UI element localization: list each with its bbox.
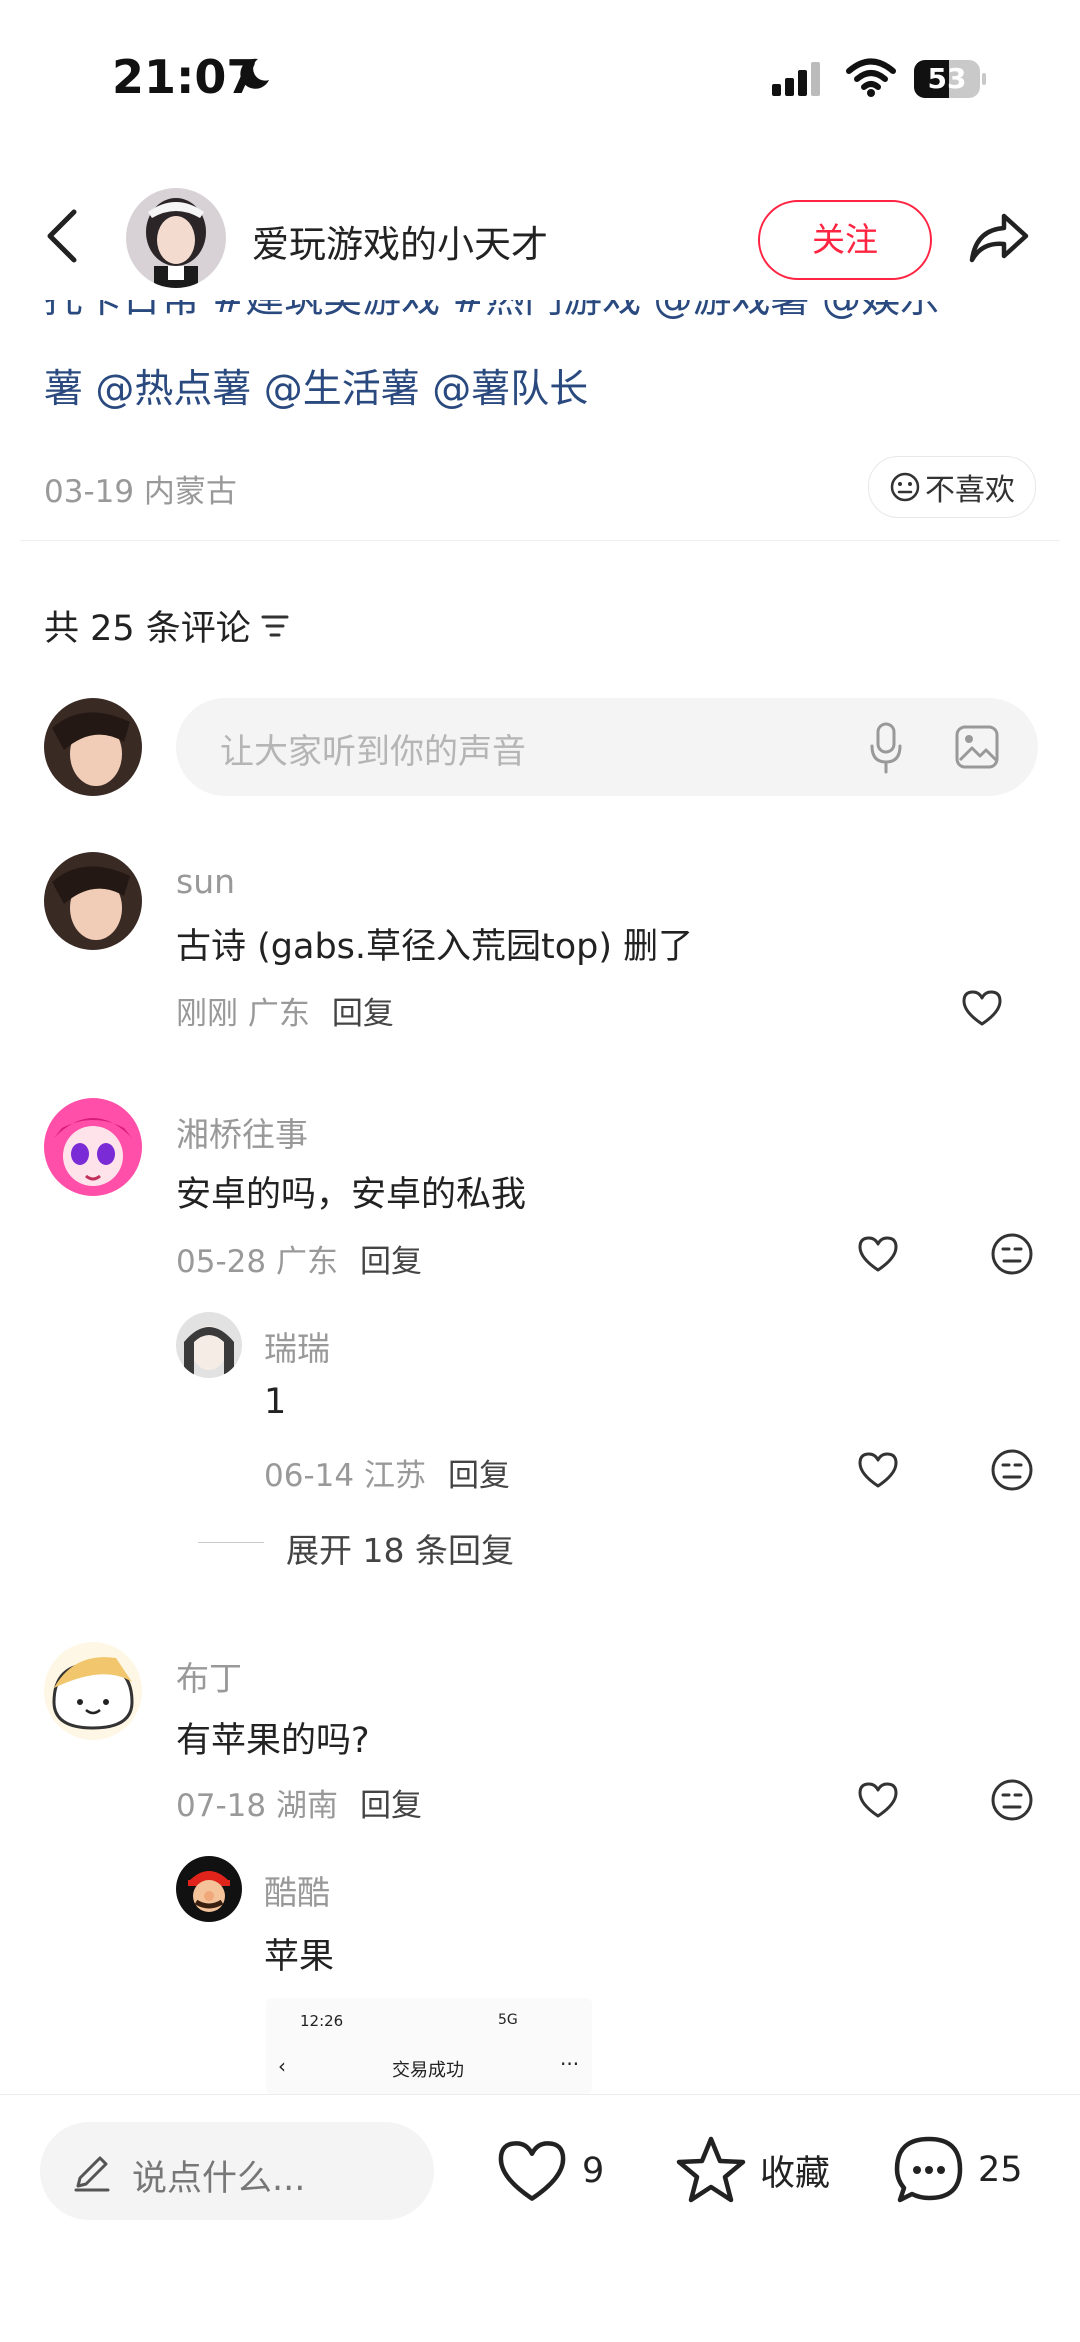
collect-button[interactable]: 收藏	[674, 2134, 830, 2206]
screenshot-back: ‹	[278, 2054, 286, 2078]
like-count: 9	[582, 2151, 605, 2191]
microphone-icon[interactable]	[868, 722, 904, 774]
share-icon[interactable]	[966, 208, 1032, 268]
post-tags-clipped: 托卡日常 #建筑类游戏 #热门游戏 @游戏薯 @娱乐	[44, 300, 1054, 330]
heart-icon[interactable]	[960, 988, 1004, 1028]
comment-text[interactable]: 有苹果的吗?	[176, 1712, 370, 1763]
reply-image[interactable]: 12:26 5G ‹ 交易成功 ···	[266, 1998, 592, 2094]
heart-icon[interactable]	[856, 1450, 900, 1490]
comment-input[interactable]: 让大家听到你的声音	[176, 698, 1038, 796]
comment-text[interactable]: 安卓的吗，安卓的私我	[176, 1166, 526, 1217]
comment-input-placeholder: 让大家听到你的声音	[220, 732, 526, 772]
meh-face-icon[interactable]	[990, 1778, 1034, 1822]
sort-icon	[261, 615, 289, 636]
author-name[interactable]: 爱玩游戏的小天才	[252, 214, 548, 268]
moon-icon	[240, 58, 269, 89]
wifi-icon	[846, 58, 896, 97]
commenter-name[interactable]: 湘桥往事	[176, 1108, 308, 1156]
reply-avatar[interactable]	[176, 1856, 242, 1922]
comment-count: 共 25 条评论	[44, 609, 251, 649]
meh-face-icon[interactable]	[990, 1232, 1034, 1276]
reply-button[interactable]: 回复	[360, 1236, 422, 1281]
comment-date: 05-28	[176, 1244, 267, 1280]
post-date-location: 03-19 内蒙古	[44, 474, 237, 510]
reply-user-name[interactable]: 酷酷	[264, 1866, 330, 1914]
expand-replies-button[interactable]: 展开 18 条回复	[286, 1524, 514, 1572]
meh-face-icon[interactable]	[990, 1448, 1034, 1492]
follow-button[interactable]: 关注	[758, 200, 932, 280]
author-avatar[interactable]	[126, 188, 226, 288]
collect-label: 收藏	[760, 2153, 831, 2194]
heart-icon	[498, 2141, 566, 2201]
commenter-name[interactable]: sun	[176, 862, 235, 901]
like-button[interactable]: 9	[494, 2136, 604, 2206]
my-avatar	[44, 698, 142, 796]
comment-date: 刚刚	[176, 996, 238, 1032]
comment-meta: 刚刚 广东 回复	[176, 988, 394, 1033]
reply-text[interactable]: 1	[264, 1382, 286, 1422]
post-body: 托卡日常 #建筑类游戏 #热门游戏 @游戏薯 @娱乐 薯 @热点薯 @生活薯 @…	[44, 300, 1054, 426]
reply-text[interactable]: 苹果	[264, 1928, 334, 1979]
reply-avatar[interactable]	[176, 1312, 242, 1378]
comment-sort[interactable]: 共 25 条评论	[44, 600, 291, 651]
comment-button[interactable]: 25	[892, 2134, 1023, 2206]
commenter-avatar[interactable]	[44, 1642, 142, 1740]
reply-button[interactable]: 回复	[360, 1780, 422, 1825]
heart-icon[interactable]	[856, 1234, 900, 1274]
dislike-button[interactable]: 不喜欢	[868, 456, 1036, 518]
comment-meta: 07-18 湖南 回复	[176, 1780, 422, 1825]
battery-percent: 53	[927, 62, 967, 95]
screenshot-time: 12:26	[300, 2012, 344, 2030]
screenshot-more: ···	[560, 2052, 580, 2076]
reply-button[interactable]: 回复	[448, 1450, 510, 1495]
comment-bubble-icon	[894, 2136, 963, 2203]
comment-location: 广东	[247, 996, 310, 1032]
image-icon[interactable]	[954, 724, 1000, 770]
commenter-avatar[interactable]	[44, 1098, 142, 1196]
battery-indicator: 53	[914, 60, 986, 98]
heart-icon[interactable]	[856, 1780, 900, 1820]
dislike-label: 不喜欢	[925, 473, 1015, 508]
back-arrow-icon[interactable]	[42, 206, 82, 266]
star-icon	[676, 2136, 746, 2203]
reply-meta: 06-14 江苏 回复	[264, 1450, 510, 1495]
post-tags[interactable]: 薯 @热点薯 @生活薯 @薯队长	[44, 360, 588, 420]
pen-icon	[74, 2156, 110, 2192]
meh-face-icon	[890, 472, 920, 502]
cellular-signal-icon	[772, 62, 824, 96]
comment-text[interactable]: 古诗 (gabs.草径入荒园top) 删了	[176, 918, 693, 969]
comment-count-bottom: 25	[978, 2150, 1023, 2190]
comment-date: 07-18	[176, 1788, 267, 1824]
reply-location: 江苏	[363, 1458, 426, 1494]
commenter-avatar[interactable]	[44, 852, 142, 950]
screenshot-title: 交易成功	[392, 2060, 464, 2081]
say-placeholder: 说点什么...	[132, 2159, 306, 2199]
reply-button[interactable]: 回复	[332, 988, 394, 1033]
say-something-input[interactable]: 说点什么...	[40, 2122, 434, 2220]
expand-divider	[198, 1542, 264, 1543]
reply-date: 06-14	[264, 1458, 355, 1494]
reply-user-name[interactable]: 瑞瑞	[264, 1322, 330, 1370]
commenter-name[interactable]: 布丁	[176, 1652, 242, 1700]
comment-meta: 05-28 广东 回复	[176, 1236, 422, 1281]
comment-location: 湖南	[275, 1788, 338, 1824]
screenshot-signal: 5G	[498, 2012, 518, 2028]
comment-location: 广东	[275, 1244, 338, 1280]
divider	[20, 540, 1060, 541]
